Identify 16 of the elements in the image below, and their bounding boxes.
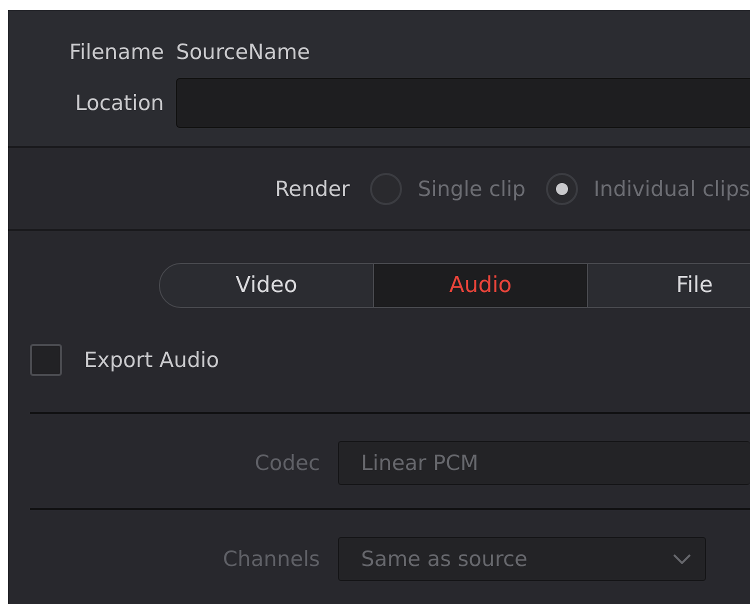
- filename-value: SourceName: [176, 40, 312, 64]
- render-label: Render: [275, 176, 350, 200]
- checkbox[interactable]: [30, 344, 62, 376]
- chevron-down-icon: [673, 554, 691, 564]
- tab[interactable]: Audio: [373, 263, 588, 308]
- radio-button[interactable]: [546, 172, 578, 204]
- setting-label: Codec: [254, 451, 320, 475]
- location-label: Location: [75, 91, 164, 115]
- radio-label: Individual clips: [594, 176, 750, 200]
- filename-label: Filename: [69, 40, 164, 64]
- setting-label: Channels: [222, 547, 320, 571]
- location-field[interactable]: [176, 78, 750, 128]
- export-audio-label: Export Audio: [84, 348, 220, 372]
- tab[interactable]: Video: [159, 263, 374, 308]
- radio-label: Single clip: [418, 176, 526, 200]
- tab[interactable]: File: [587, 263, 750, 308]
